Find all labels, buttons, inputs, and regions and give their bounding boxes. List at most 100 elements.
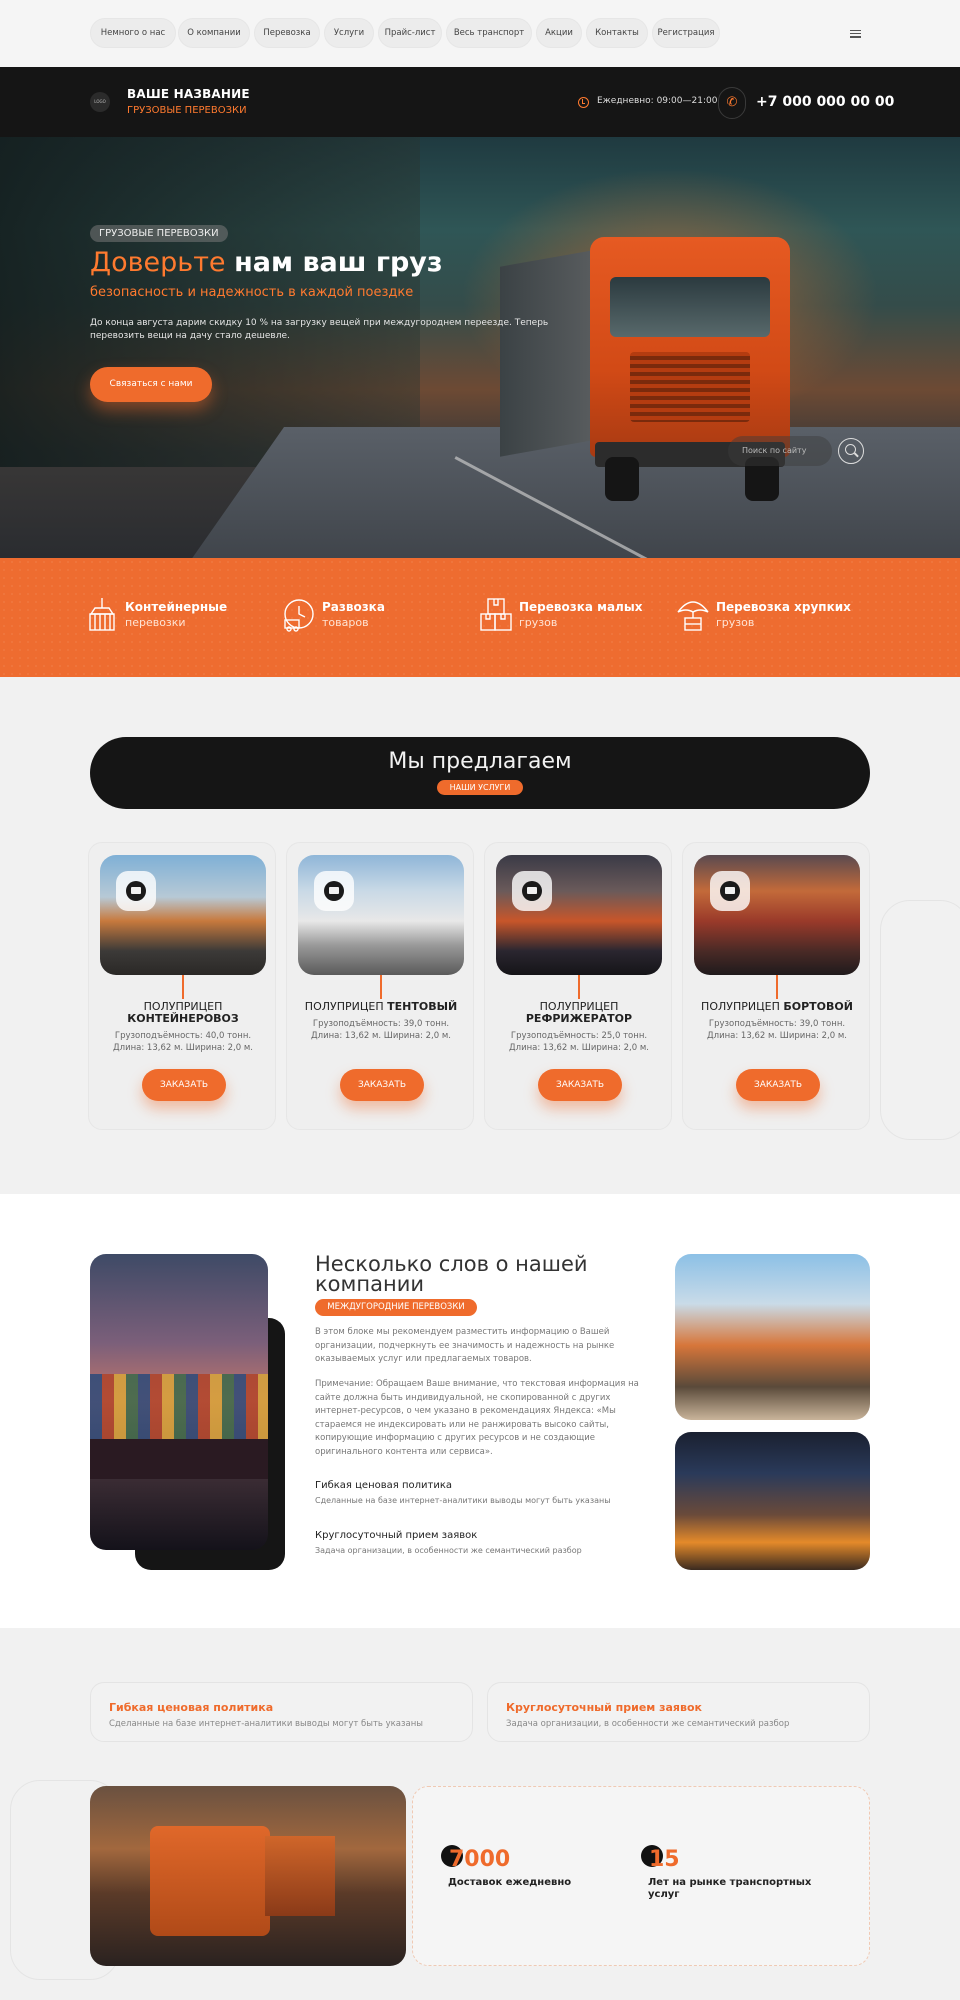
service-card: ПОЛУПРИЦЕП ТЕНТОВЫЙ Грузоподъёмность: 39… [286,842,474,1130]
card-divider [182,975,184,999]
hero-title: Доверьте нам ваш груз [90,247,443,278]
card-divider [578,975,580,999]
refrigerator-truck-image [496,855,662,975]
info-title: Гибкая ценовая политика [109,1701,274,1714]
nav-item-about-us[interactable]: Немного о нас [90,18,176,48]
contact-us-button[interactable]: Связаться с нами [90,367,212,402]
feature-subtitle: грузов [716,616,755,629]
container-truck-image [100,855,266,975]
stat-label: Лет на рынке транспортных услуг [648,1877,812,1900]
card-dimensions: Длина: 13,62 м. Ширина: 2,0 м. [509,1043,649,1053]
flatbed-truck-image [694,855,860,975]
hero-title-bold: нам ваш груз [234,247,443,278]
card-capacity: Грузоподъёмность: 39,0 тонн. [708,1019,846,1029]
order-button[interactable]: ЗАКАЗАТЬ [538,1069,622,1101]
info-text: Задача организации, в особенности же сем… [506,1719,790,1729]
feature-subtitle: грузов [519,616,558,629]
nav-item-pricelist[interactable]: Прайс-лист [378,18,442,48]
feature-title: Контейнерные [125,600,228,614]
vans-image [298,855,464,975]
card-icon-badge [512,871,552,911]
boxes-icon [480,598,512,631]
logo[interactable]: LOGO [90,92,110,112]
menu-icon[interactable] [850,30,861,40]
order-button[interactable]: ЗАКАЗАТЬ [340,1069,424,1101]
feature-subtitle: перевозки [125,616,186,629]
card-icon-badge [314,871,354,911]
stats-panel: 7000 Доставок ежедневно 15 Лет на рынке … [412,1786,870,1966]
service-card: ПОЛУПРИЦЕП РЕФРИЖЕРАТОР Грузоподъёмность:… [484,842,672,1130]
about-badge: МЕЖДУГОРОДНИЕ ПЕРЕВОЗКИ [315,1299,477,1316]
nav-item-transport[interactable]: Перевозка [254,18,320,48]
card-title: ПОЛУПРИЦЕП РЕФРИЖЕРАТОР [525,1000,633,1025]
phone-number[interactable]: +7 000 000 00 00 [756,94,894,110]
hero-banner: ГРУЗОВЫЕ ПЕРЕВОЗКИ Доверьте нам ваш груз… [0,137,960,558]
nav-item-registration[interactable]: Регистрация [652,18,720,48]
about-point-text: Сделанные на базе интернет-аналитики выв… [315,1496,611,1505]
about-point-title: Гибкая ценовая политика [315,1480,452,1491]
feature-title: Перевозка малых [519,600,643,614]
card-capacity: Грузоподъёмность: 39,0 тонн. [312,1019,450,1029]
hero-truck-image [500,217,805,517]
card-dimensions: Длина: 13,62 м. Ширина: 2,0 м. [311,1031,451,1041]
cargo-icon [720,881,740,901]
working-hours: Ежедневно: 09:00—21:00 [597,96,718,106]
offer-title: Мы предлагаем [388,749,572,774]
umbrella-box-icon [677,601,709,631]
hero-subtitle: безопасность и надежность в каждой поезд… [90,285,414,300]
card-icon-badge [116,871,156,911]
cargo-ship-image [90,1254,268,1550]
nav-item-contacts[interactable]: Контакты [586,18,648,48]
van-icon [324,881,344,901]
mountain-truck-image [90,1786,406,1966]
container-icon [126,881,146,901]
header-bar: LOGO ВАШЕ НАЗВАНИЕ ГРУЗОВЫЕ ПЕРЕВОЗКИ Еж… [0,67,960,137]
container-crane-icon [89,598,115,631]
hero-tag: ГРУЗОВЫЕ ПЕРЕВОЗКИ [90,225,228,242]
info-title: Круглосуточный прием заявок [506,1701,702,1714]
truck-icon [522,881,542,901]
stat-number: 7000 [449,1847,511,1872]
about-note: Примечание: Обращаем Ваше внимание, что … [315,1379,639,1457]
hero-trees [0,137,420,467]
card-capacity: Грузоподъёмность: 40,0 тонн. [114,1031,252,1041]
stat-number: 15 [649,1847,680,1872]
about-section: Несколько слов о нашей компании МЕЖДУГОР… [0,1194,960,1628]
card-dimensions: Длина: 13,62 м. Ширина: 2,0 м. [707,1031,847,1041]
service-card: ПОЛУПРИЦЕП БОРТОВОЙ Грузоподъёмность: 39… [682,842,870,1130]
card-title: ПОЛУПРИЦЕП ТЕНТОВЫЙ [304,1000,458,1013]
nav-item-all-transport[interactable]: Весь транспорт [446,18,532,48]
card-divider [380,975,382,999]
phone-icon[interactable]: ✆ [718,87,746,119]
feature-title: Развозка [322,600,385,614]
stat-label: Доставок ежедневно [448,1877,572,1888]
card-divider [776,975,778,999]
order-button[interactable]: ЗАКАЗАТЬ [142,1069,226,1101]
info-card: Гибкая ценовая политика Сделанные на баз… [90,1682,473,1742]
nav-item-services[interactable]: Услуги [324,18,374,48]
nav-item-company[interactable]: О компании [178,18,250,48]
search-input[interactable]: Поиск по сайту [728,436,832,466]
card-dimensions: Длина: 13,62 м. Ширина: 2,0 м. [113,1043,253,1053]
info-card: Круглосуточный прием заявок Задача орган… [487,1682,870,1742]
wireframe-decoration [880,900,960,1140]
nav-item-promotions[interactable]: Акции [536,18,582,48]
trucks-wheels-image [675,1254,870,1420]
features-strip: Контейнерные перевозки Развозка товаров … [0,558,960,677]
about-point-title: Круглосуточный прием заявок [315,1530,478,1541]
delivery-clock-icon [284,599,314,632]
card-capacity: Грузоподъёмность: 25,0 тонн. [510,1031,648,1041]
order-button[interactable]: ЗАКАЗАТЬ [736,1069,820,1101]
service-card: ПОЛУПРИЦЕП КОНТЕЙНЕРОВОЗ Грузоподъёмность… [88,842,276,1130]
feature-subtitle: товаров [322,616,369,629]
clock-icon [578,97,589,108]
info-text: Сделанные на базе интернет-аналитики выв… [109,1719,424,1729]
hero-description: До конца августа дарим скидку 10 % на за… [90,318,549,341]
about-paragraph: В этом блоке мы рекомендуем разместить и… [315,1327,615,1364]
hero-title-light: Доверьте [90,247,235,278]
night-truck-image [675,1432,870,1570]
feature-title: Перевозка хрупких [716,600,851,614]
search-icon[interactable] [838,438,864,464]
card-icon-badge [710,871,750,911]
offer-banner: Мы предлагаем НАШИ УСЛУГИ [90,737,870,809]
